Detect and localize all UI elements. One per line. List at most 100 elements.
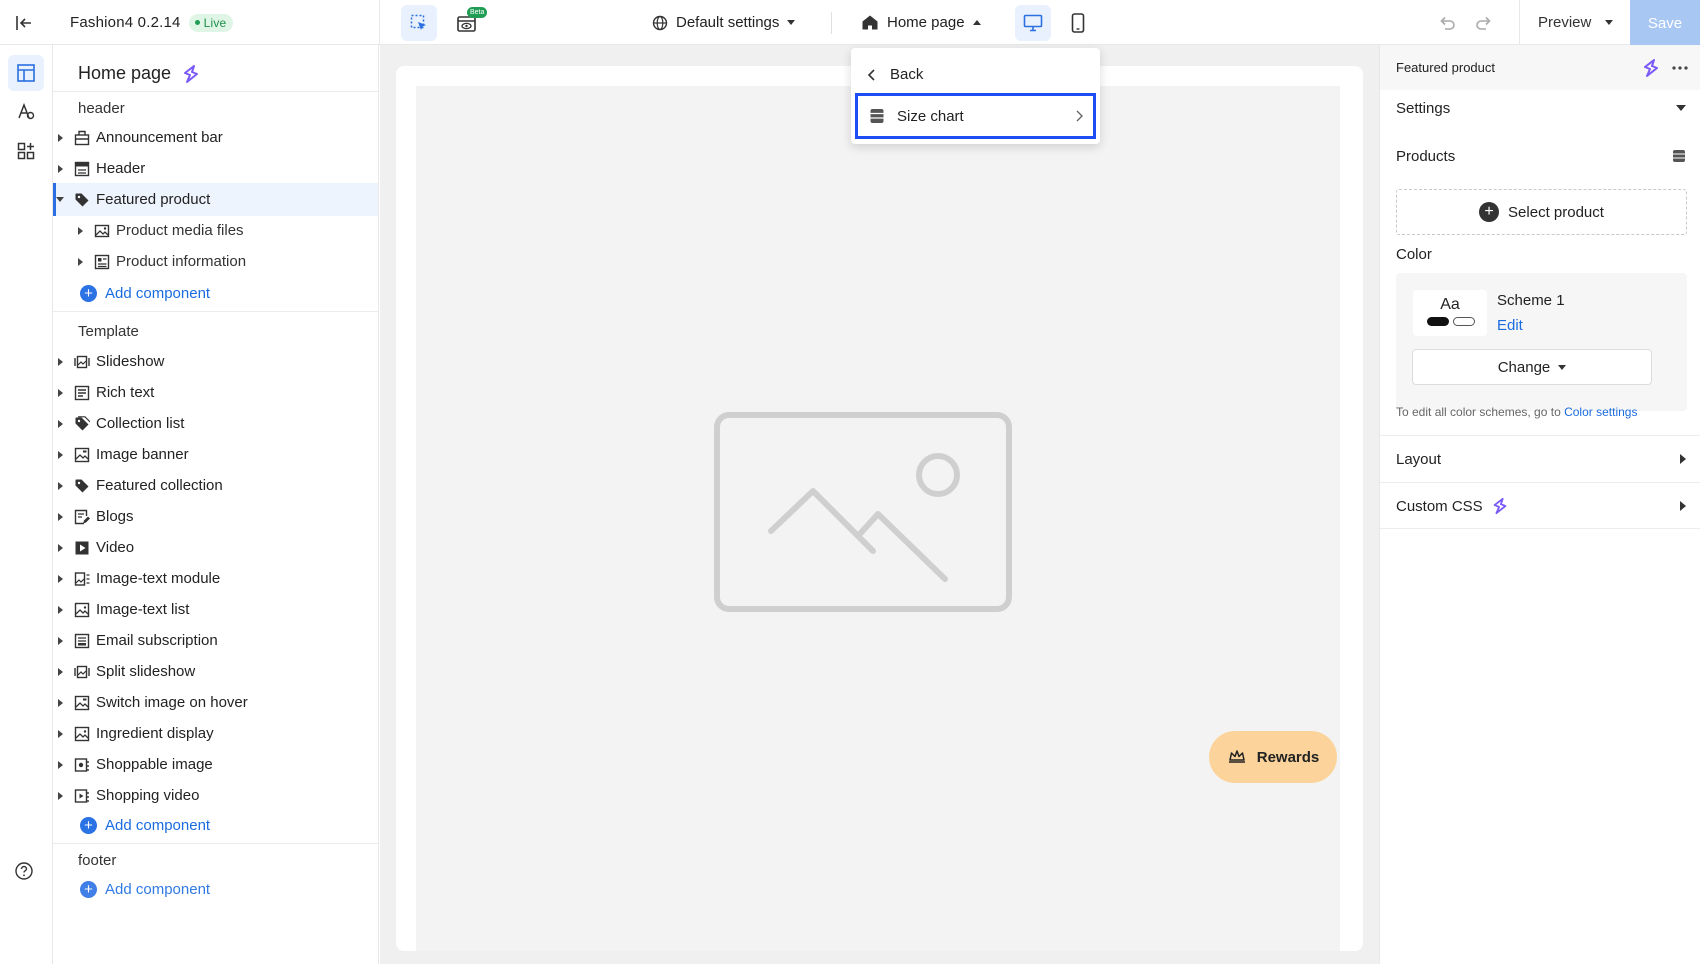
menu-back-button[interactable]: Back (867, 66, 923, 83)
exit-editor-button[interactable] (14, 0, 38, 45)
slideshow-icon (74, 355, 90, 368)
section-label: Switch image on hover (96, 694, 248, 711)
section-announcement-bar[interactable]: Announcement bar (53, 121, 378, 154)
scheme-sample-text: Aa (1440, 296, 1460, 313)
image-placeholder-icon (714, 412, 1012, 612)
caret-right-icon[interactable] (57, 388, 63, 397)
caret-right-icon[interactable] (57, 164, 63, 173)
chevron-down-icon (1605, 20, 1614, 25)
slideshow-icon (74, 665, 90, 678)
settings-accordion[interactable]: Settings (1396, 99, 1686, 117)
caret-right-icon[interactable] (57, 698, 63, 707)
caret-right-icon[interactable] (57, 357, 63, 366)
edit-scheme-link[interactable]: Edit (1497, 317, 1523, 334)
caret-right-icon[interactable] (77, 257, 83, 266)
caret-right-icon[interactable] (57, 605, 63, 614)
section-shoppable-image[interactable]: Shoppable image (53, 748, 378, 781)
section-featured-product[interactable]: Featured product (53, 183, 378, 216)
featured-product-media-placeholder[interactable] (416, 86, 1340, 951)
product-info-icon (94, 254, 110, 269)
section-ingredient-display[interactable]: Ingredient display (53, 717, 378, 750)
caret-right-icon[interactable] (57, 667, 63, 676)
color-settings-hint: To edit all color schemes, go to Color s… (1396, 405, 1637, 419)
preview-button[interactable]: Preview (1519, 0, 1637, 45)
desktop-view-button[interactable] (1015, 5, 1051, 41)
caret-down-icon[interactable] (56, 197, 64, 202)
page-select-dropdown[interactable]: Home page (861, 0, 981, 45)
more-options-icon[interactable] (1671, 65, 1689, 71)
caret-right-icon[interactable] (57, 133, 63, 142)
theme-styles-tab[interactable] (8, 94, 44, 130)
section-switch-image-on-hover[interactable]: Switch image on hover (53, 686, 378, 719)
email-icon (74, 633, 90, 648)
section-collection-list[interactable]: Collection list (53, 407, 378, 440)
apps-tab[interactable] (8, 133, 44, 169)
caret-right-icon[interactable] (57, 481, 63, 490)
section-featured-collection[interactable]: Featured collection (53, 469, 378, 502)
caret-right-icon[interactable] (57, 450, 63, 459)
section-label: Shopping video (96, 787, 200, 804)
live-status-badge: Live (188, 13, 234, 32)
add-component-button[interactable]: + Add component (80, 285, 210, 302)
section-email-subscription[interactable]: Email subscription (53, 624, 378, 657)
caret-right-icon[interactable] (57, 574, 63, 583)
color-settings-link[interactable]: Color settings (1564, 405, 1637, 419)
help-button[interactable] (14, 861, 34, 881)
caret-right-icon[interactable] (57, 543, 63, 552)
image-icon (74, 726, 90, 741)
ai-sparkle-icon[interactable] (1641, 58, 1661, 78)
caret-right-icon[interactable] (57, 760, 63, 769)
sections-tab[interactable] (8, 55, 44, 91)
undo-button[interactable] (1438, 0, 1456, 45)
layout-accordion[interactable]: Layout (1396, 450, 1686, 468)
select-product-button[interactable]: + Select product (1396, 189, 1687, 235)
theme-settings-dropdown[interactable]: Default settings (652, 0, 796, 45)
panel-title: Featured product (1396, 60, 1496, 75)
color-field-label: Color (1396, 245, 1686, 263)
section-shopping-video[interactable]: Shopping video (53, 779, 378, 812)
block-product-media-files[interactable]: Product media files (53, 214, 378, 247)
section-header[interactable]: Header (53, 152, 378, 185)
plus-circle-icon: + (80, 817, 97, 834)
add-component-button[interactable]: + Add component (80, 881, 210, 898)
caret-right-icon[interactable] (57, 729, 63, 738)
mobile-view-button[interactable] (1060, 5, 1096, 41)
section-rich-text[interactable]: Rich text (53, 376, 378, 409)
section-label: Featured collection (96, 477, 223, 494)
section-label: Blogs (96, 508, 134, 525)
add-component-button[interactable]: + Add component (80, 817, 210, 834)
section-video[interactable]: Video (53, 531, 378, 564)
caret-right-icon[interactable] (57, 419, 63, 428)
add-component-label: Add component (105, 817, 211, 834)
change-scheme-button[interactable]: Change (1412, 349, 1652, 385)
custom-css-accordion[interactable]: Custom CSS (1396, 495, 1686, 517)
caret-right-icon[interactable] (57, 512, 63, 521)
color-scheme-card: Aa Scheme 1 Edit Change (1396, 273, 1687, 411)
inspector-select-button[interactable] (401, 5, 437, 41)
ai-sparkle-icon[interactable] (181, 64, 201, 84)
shopping-video-icon (74, 788, 89, 803)
database-stack-icon (870, 109, 884, 123)
section-blogs[interactable]: Blogs (53, 500, 378, 533)
caret-right-icon[interactable] (77, 226, 83, 235)
preview-label: Preview (1538, 14, 1592, 31)
caret-right-icon[interactable] (57, 636, 63, 645)
scheme-name: Scheme 1 (1497, 292, 1565, 309)
block-product-information[interactable]: Product information (53, 245, 378, 278)
theme-name: Fashion4 0.2.14 (70, 14, 181, 31)
section-slideshow[interactable]: Slideshow (53, 345, 378, 378)
rewards-button[interactable]: Rewards (1209, 731, 1337, 783)
section-image-banner[interactable]: Image banner (53, 438, 378, 471)
page-select-menu: Back Size chart (851, 48, 1100, 144)
desktop-icon (1023, 14, 1043, 32)
save-button[interactable]: Save (1630, 0, 1700, 47)
section-image-text-list[interactable]: Image-text list (53, 593, 378, 626)
caret-right-icon[interactable] (57, 791, 63, 800)
database-stack-icon[interactable] (1672, 149, 1686, 163)
section-label: Image-text list (96, 601, 190, 618)
section-split-slideshow[interactable]: Split slideshow (53, 655, 378, 688)
menu-item-size-chart[interactable]: Size chart (855, 93, 1096, 139)
preview-canvas (380, 45, 1379, 964)
section-image-text-module[interactable]: Image-text module (53, 562, 378, 595)
redo-button[interactable] (1475, 0, 1493, 45)
